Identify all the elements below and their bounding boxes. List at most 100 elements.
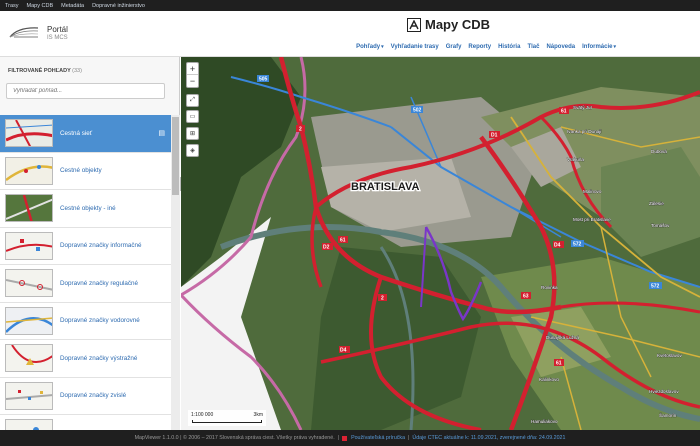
place-label: Dunajská Lužná: [546, 335, 579, 340]
list-item-label: Dopravné značky vodorovné: [60, 317, 140, 325]
nav-tlac[interactable]: Tlač: [527, 44, 539, 50]
scrollbar-thumb[interactable]: [172, 117, 179, 195]
main-nav: Pohľady▾ Vyhľadanie trasy Grafy Reporty …: [356, 44, 616, 50]
scale-ratio: 1:100 000: [191, 412, 214, 418]
zoom-in-button[interactable]: +: [187, 63, 198, 75]
place-label: Svätý Jur: [573, 105, 593, 110]
place-label: Malinovo: [583, 189, 602, 194]
legend-list-icon[interactable]: ▤: [158, 129, 165, 137]
scale-bar-line: [192, 420, 262, 423]
grid-button[interactable]: ⊞: [186, 127, 199, 140]
portal-logo-icon: [9, 27, 39, 38]
view-thumbnail: [5, 306, 53, 335]
nav-pohlady[interactable]: Pohľady▾: [356, 44, 384, 50]
svg-text:505: 505: [259, 77, 268, 83]
place-label: Vrakuňa: [567, 157, 584, 162]
nav-vyhladanie-trasy[interactable]: Vyhľadanie trasy: [391, 44, 439, 50]
layers-button[interactable]: ◈: [186, 144, 199, 157]
list-item-dopravne-znacky-zvisle[interactable]: Dopravné značky zvislé: [0, 377, 171, 415]
view-thumbnail: [5, 119, 53, 148]
place-label: Šamorín: [659, 412, 677, 418]
nav-grafy[interactable]: Grafy: [446, 44, 462, 50]
views-list: Cestná sieť ▤ Cestné objekty Cestné obje…: [0, 115, 171, 430]
topbar-link-mapy-cdb[interactable]: Mapy CDB: [27, 3, 54, 9]
place-label: Hviezdoslavov: [649, 389, 679, 394]
list-item-dopravne-znacky-vodorovne[interactable]: Dopravné značky vodorovné: [0, 302, 171, 340]
app-title: Mapy CDB: [407, 17, 490, 32]
fullscreen-button[interactable]: ⤢: [186, 94, 199, 107]
view-thumbnail: [5, 344, 53, 373]
place-label: Zálesie: [649, 201, 664, 206]
portal-logo[interactable]: [8, 25, 40, 39]
svg-text:572: 572: [573, 242, 582, 248]
logo-subtitle: IS MCS: [47, 35, 68, 41]
view-search-input[interactable]: [6, 83, 165, 99]
app-title-text: Mapy CDB: [425, 17, 491, 32]
list-item-label: Cestné objekty: [60, 167, 102, 175]
place-label: Kalinkovo: [539, 377, 559, 382]
list-item-label: Dopravné značky informačné: [60, 242, 142, 250]
view-thumbnail: [5, 156, 53, 185]
caret-down-icon: ▾: [613, 44, 616, 50]
place-label: Hamuliakovo: [531, 419, 558, 424]
topbar-link-trasy[interactable]: Trasy: [5, 3, 19, 9]
topbar-link-metadata[interactable]: Metadáta: [61, 3, 84, 9]
svg-text:572: 572: [651, 284, 660, 290]
fullscreen-icon: ⤢: [190, 97, 195, 103]
sidebar-scrollbar[interactable]: [171, 115, 180, 430]
svg-text:D1: D1: [491, 133, 498, 139]
list-item-label: Dopravné značky zvislé: [60, 392, 127, 400]
place-label: Kvetoslavov: [657, 353, 682, 358]
svg-text:2: 2: [299, 127, 302, 133]
list-item-cestne-objekty[interactable]: Cestné objekty: [0, 152, 171, 190]
data-status-link[interactable]: Údaje CTEC aktuálne k: 11.09.2021, zvere…: [412, 435, 565, 441]
measure-button[interactable]: ▭: [186, 110, 199, 123]
nav-reporty[interactable]: Reporty: [468, 44, 491, 50]
view-thumbnail: [5, 269, 53, 298]
list-item-dopravne-znacky-informacne[interactable]: Dopravné značky informačné: [0, 227, 171, 265]
place-label: Dubová: [651, 149, 667, 154]
map-app-icon: [407, 17, 421, 32]
svg-text:D4: D4: [554, 243, 561, 249]
svg-text:61: 61: [340, 238, 346, 244]
list-item-label: Dopravné značky regulačné: [60, 279, 139, 287]
list-item-dopravne-znacky-vystrazne[interactable]: Dopravné značky výstražné: [0, 340, 171, 378]
ruler-icon: ▭: [189, 114, 196, 120]
list-item-cestna-siet[interactable]: Cestná sieť ▤: [0, 115, 171, 153]
nav-napoveda[interactable]: Nápoveda: [546, 44, 575, 50]
view-thumbnail: [5, 381, 53, 410]
place-label: Tomášov: [651, 223, 670, 228]
zoom-out-button[interactable]: −: [187, 75, 198, 87]
list-item-cestne-objekty-ine[interactable]: Cestné objekty - iné: [0, 190, 171, 228]
map-svg: BRATISLAVA 505 502 61 D1 2 D2 61 63 D4 5…: [181, 57, 700, 430]
svg-text:D4: D4: [340, 348, 347, 354]
view-thumbnail: [5, 419, 53, 430]
grid-icon: ⊞: [189, 131, 196, 137]
layers-icon: ◈: [190, 148, 195, 154]
topbar-link-dopravne-inzinierstvo[interactable]: Dopravné inžinierstvo: [92, 3, 145, 9]
place-label: Most pri Bratislave: [573, 217, 611, 222]
svg-text:2: 2: [381, 296, 384, 302]
city-label: BRATISLAVA: [351, 181, 419, 193]
list-item-label: Dopravné značky výstražné: [60, 354, 138, 362]
list-item-dopravne-znacky-regulacne[interactable]: Dopravné značky regulačné: [0, 265, 171, 303]
logo-title: Portál: [47, 25, 68, 34]
pdf-icon: [342, 435, 348, 441]
list-item-label: Cestná sieť: [60, 129, 93, 137]
svg-text:D2: D2: [323, 245, 330, 251]
nav-informacie[interactable]: Informácie▾: [582, 44, 616, 50]
scale-bar: 1:100 000 3km: [188, 410, 266, 426]
place-label: Ivanka pri Dunaji: [567, 129, 601, 134]
user-manual-link[interactable]: Používateľská príručka: [351, 435, 405, 441]
nav-historia[interactable]: História: [498, 44, 520, 50]
scale-distance: 3km: [253, 412, 263, 418]
zoom-control: + −: [186, 62, 199, 88]
portal-logo-text: Portál IS MCS: [47, 25, 68, 41]
footer-copyright: MapViewer 1.1.0.0 | © 2006 – 2017 Sloven…: [134, 435, 335, 441]
map-canvas[interactable]: BRATISLAVA 505 502 61 D1 2 D2 61 63 D4 5…: [181, 57, 700, 430]
svg-text:502: 502: [413, 108, 422, 114]
sidebar-title: FILTROVANÉ POHĽADY (33): [8, 68, 82, 74]
list-item-label: Cestné objekty - iné: [60, 204, 116, 212]
top-link-bar: Trasy Mapy CDB Metadáta Dopravné inžinie…: [0, 0, 700, 11]
list-item[interactable]: [0, 415, 171, 430]
